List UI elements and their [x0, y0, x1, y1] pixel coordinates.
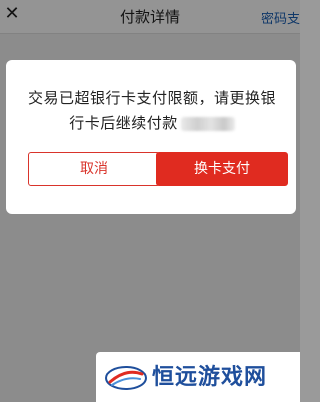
watermark-logo-icon: [105, 366, 147, 390]
cancel-button[interactable]: 取消: [28, 152, 160, 186]
redacted-amount: [180, 116, 235, 131]
dialog-message: 交易已超银行卡支付限额，请更换银行卡后继续付款: [26, 86, 278, 136]
switch-card-pay-button[interactable]: 换卡支付: [156, 152, 288, 186]
site-watermark: 恒远游戏网: [96, 352, 300, 402]
limit-exceeded-dialog: 交易已超银行卡支付限额，请更换银行卡后继续付款 取消 换卡支付: [6, 60, 296, 214]
dialog-message-text: 交易已超银行卡支付限额，请更换银行卡后继续付款: [27, 89, 276, 132]
watermark-text: 恒远游戏网: [152, 364, 268, 390]
